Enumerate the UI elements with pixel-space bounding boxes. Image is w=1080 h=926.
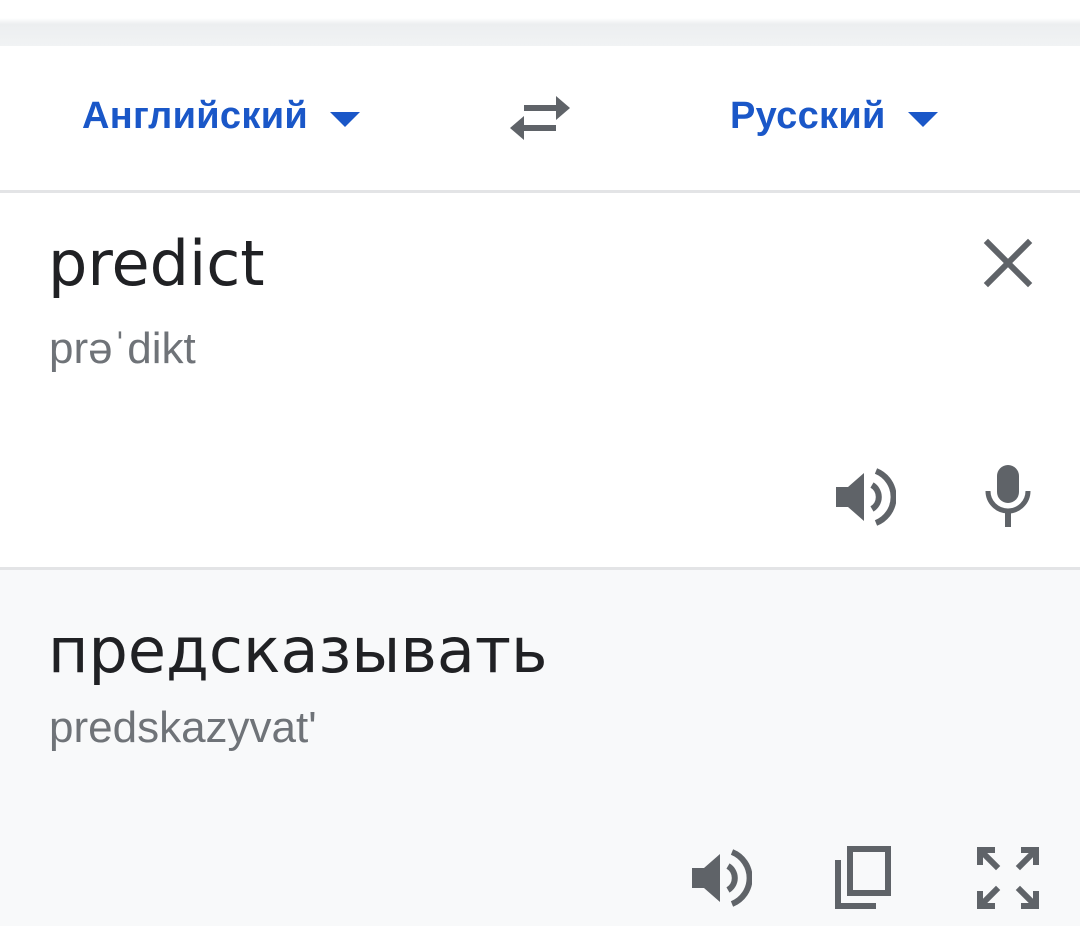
close-icon[interactable] [980,235,1036,291]
source-text[interactable]: predict [48,233,265,295]
language-bar: Английский Русский [0,46,1080,193]
copy-icon[interactable] [832,846,892,910]
target-language-label: Русский [730,94,886,137]
fullscreen-icon[interactable] [976,846,1040,910]
swap-arrows-icon[interactable] [508,92,572,144]
source-language-label: Английский [82,94,309,137]
source-input-area[interactable]: predict prəˈdikt [0,193,1080,570]
target-language-selector[interactable]: Русский [730,94,938,138]
source-transliteration: prəˈdikt [49,324,196,373]
caret-down-icon [907,111,938,127]
translated-transliteration: predskazyvat' [49,703,317,752]
translation-output-area: предсказывать predskazyvat' [0,570,1080,926]
speaker-icon[interactable] [832,465,896,529]
speaker-icon[interactable] [688,846,752,910]
top-strip [0,0,1080,46]
translated-text: предсказывать [48,614,548,687]
microphone-icon[interactable] [980,463,1036,531]
source-language-selector[interactable]: Английский [82,94,361,138]
caret-down-icon [330,111,361,127]
